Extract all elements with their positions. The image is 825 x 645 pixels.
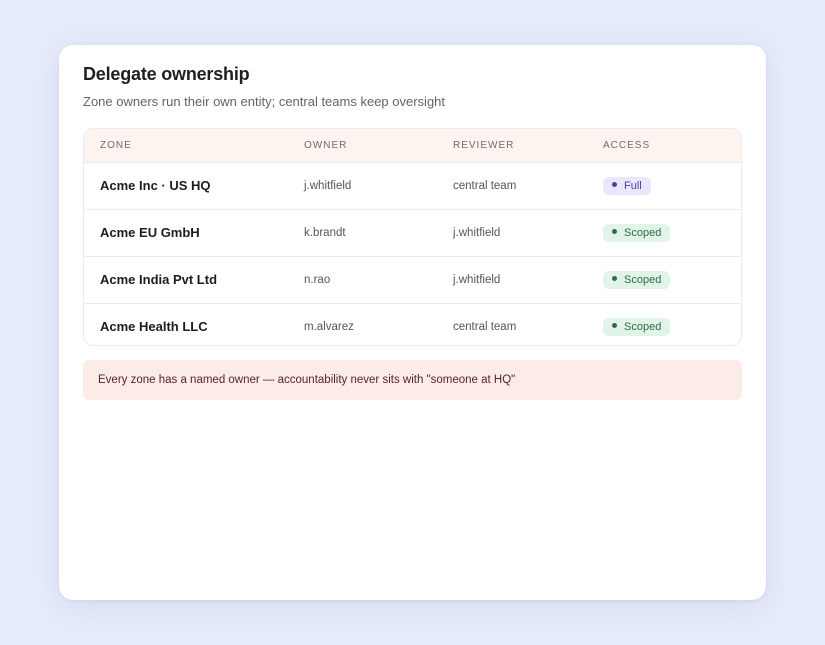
table-row[interactable]: Acme India Pvt Ltd n.rao j.whitfield Sco… xyxy=(84,257,741,304)
card-title: Delegate ownership xyxy=(83,64,250,84)
zone-name: Acme EU GmbH xyxy=(100,225,200,240)
ownership-table: ZONE OWNER REVIEWER ACCESS Acme Inc · US… xyxy=(83,128,742,346)
reviewer-name: j.whitfield xyxy=(453,227,501,239)
access-badge-scoped: Scoped xyxy=(603,270,671,289)
status-dot-icon xyxy=(612,229,617,235)
table-header: ZONE OWNER REVIEWER ACCESS xyxy=(84,129,741,163)
access-label: Scoped xyxy=(624,273,662,286)
access-label: Scoped xyxy=(624,320,662,333)
status-dot-icon xyxy=(612,276,617,282)
owner-name: j.whitfield xyxy=(304,180,352,192)
access-badge-full: Full xyxy=(603,176,651,195)
access-cell: Scoped xyxy=(603,257,671,303)
zone-name: Acme Inc · US HQ xyxy=(100,178,211,193)
access-badge-scoped: Scoped xyxy=(603,223,671,242)
column-header-owner: OWNER xyxy=(304,140,348,151)
owner-name: k.brandt xyxy=(304,227,346,239)
zone-name: Acme Health LLC xyxy=(100,319,208,334)
column-header-access: ACCESS xyxy=(603,140,651,151)
column-header-zone: ZONE xyxy=(100,140,132,151)
access-label: Full xyxy=(624,179,642,192)
access-cell: Scoped xyxy=(603,304,671,345)
zone-name: Acme India Pvt Ltd xyxy=(100,272,218,287)
accountability-note: Every zone has a named owner — accountab… xyxy=(83,360,742,400)
table-row[interactable]: Acme EU GmbH k.brandt j.whitfield Scoped xyxy=(84,210,741,257)
access-label: Scoped xyxy=(624,226,662,239)
table-row[interactable]: Acme Inc · US HQ j.whitfield central tea… xyxy=(84,163,741,210)
card-subtitle: Zone owners run their own entity; centra… xyxy=(83,94,446,109)
access-badge-scoped: Scoped xyxy=(603,317,671,336)
reviewer-name: central team xyxy=(453,321,517,333)
table-row[interactable]: Acme Health LLC m.alvarez central team S… xyxy=(84,304,741,345)
column-header-reviewer: REVIEWER xyxy=(453,140,515,151)
reviewer-name: j.whitfield xyxy=(453,274,501,286)
owner-name: n.rao xyxy=(304,274,331,286)
access-cell: Scoped xyxy=(603,210,671,256)
owner-name: m.alvarez xyxy=(304,321,354,333)
status-dot-icon xyxy=(612,182,617,188)
delegate-ownership-card: Delegate ownership Zone owners run their… xyxy=(59,45,766,600)
access-cell: Full xyxy=(603,163,651,209)
reviewer-name: central team xyxy=(453,180,517,192)
status-dot-icon xyxy=(612,323,617,329)
